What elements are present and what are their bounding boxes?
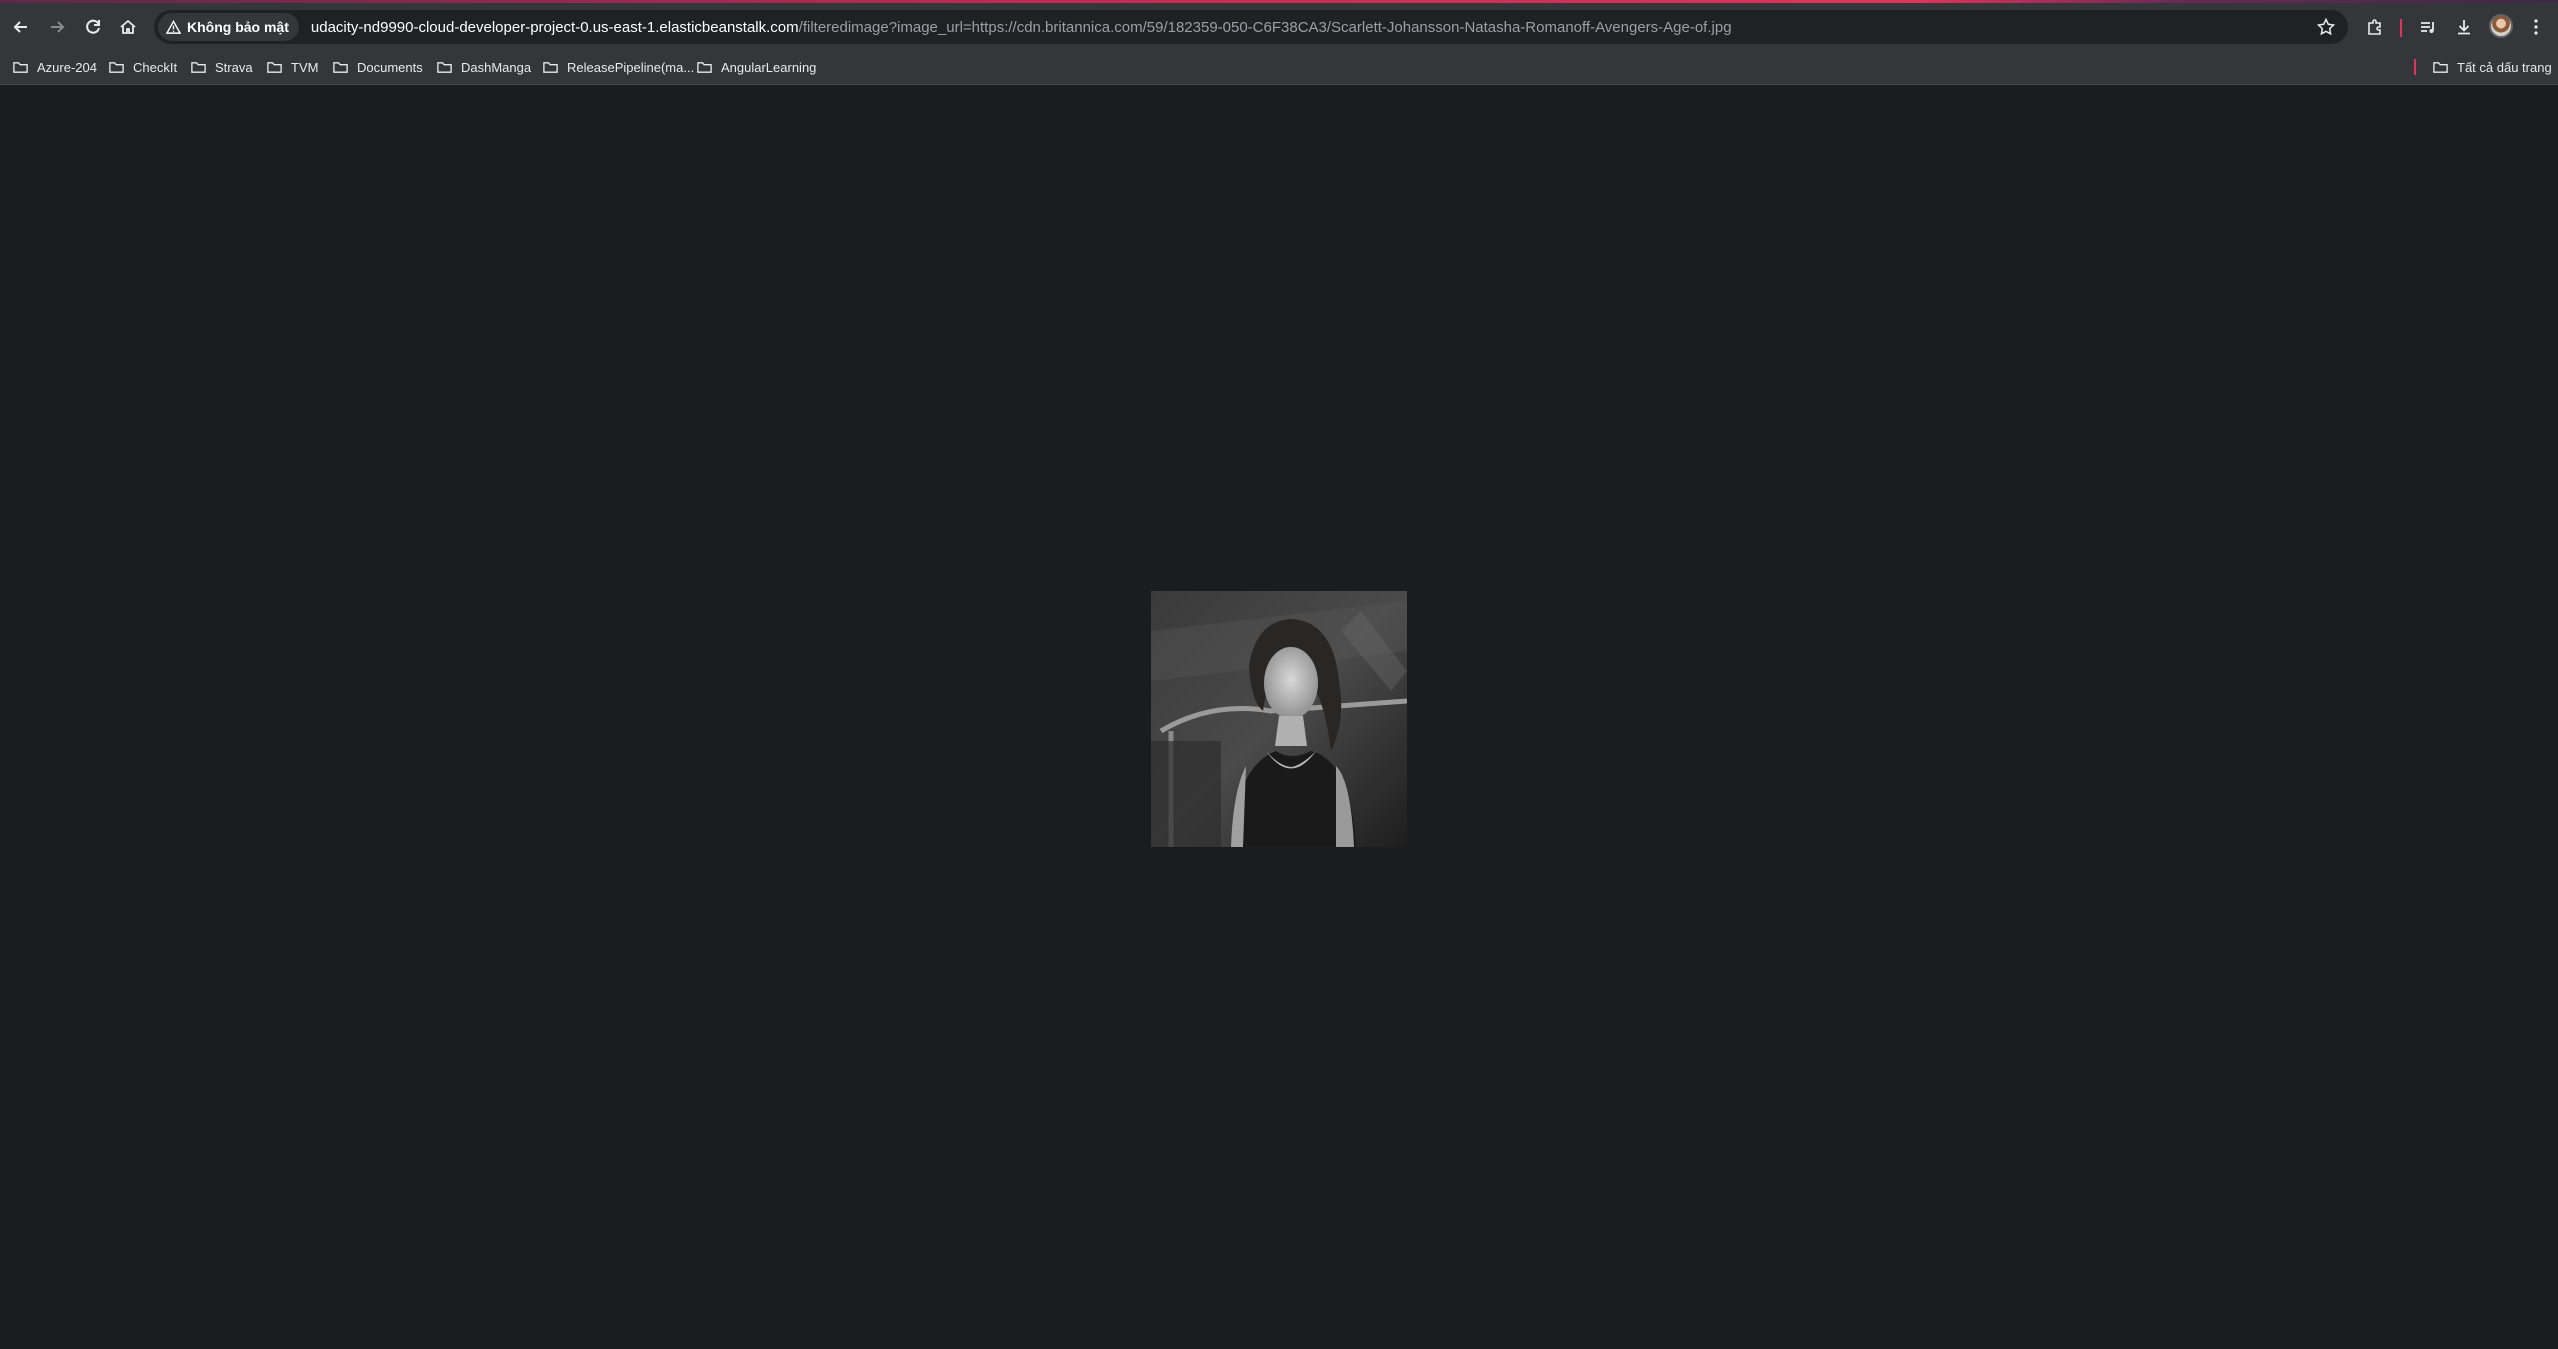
bookmark-label: Strava [215,59,253,75]
filtered-image [1151,591,1407,847]
url-path: /filteredimage?image_url=https://cdn.bri… [798,18,1732,36]
folder-icon [437,61,452,73]
back-button[interactable] [5,11,37,43]
bookmark-label: AngularLearning [721,59,817,75]
bookmark-label: Documents [357,59,423,75]
bookmark-folder-releasepipeline[interactable]: ReleasePipeline(ma... [542,50,694,84]
downloads-button[interactable] [2452,15,2476,39]
folder-icon [109,61,124,73]
avatar[interactable] [2489,14,2513,38]
home-icon [120,19,136,34]
menu-icon [2534,19,2538,35]
extensions-button[interactable] [2363,15,2387,39]
bookmark-folder-tvm[interactable]: TVM [266,50,318,84]
folder-icon [267,61,282,73]
forward-icon [51,21,65,33]
bookmark-label: ReleasePipeline(ma... [567,59,695,75]
warning-icon [166,19,181,34]
home-button[interactable] [112,11,144,43]
bookmark-folder-dashmanga[interactable]: DashManga [436,50,531,84]
bookmark-label: TVM [291,59,319,75]
folder-icon [191,61,206,73]
bookmark-folder-checkit[interactable]: CheckIt [108,50,177,84]
reload-button[interactable] [77,11,109,43]
all-bookmarks-label: Tất cả dấu trang [2457,59,2552,75]
star-icon[interactable] [2316,17,2336,37]
bookmark-folder-documents[interactable]: Documents [332,50,423,84]
bookmark-label: Azure-204 [37,59,97,75]
bookmarks-separator [2414,59,2416,75]
folder-icon [333,61,348,73]
folder-icon [13,61,28,73]
bookmarks-bar: Azure-204 CheckIt Strava TVM Documents D… [0,50,2558,85]
security-indicator[interactable]: Không bảo mật [158,13,299,41]
bookmark-label: DashManga [461,59,532,75]
folder-icon [697,61,712,73]
url-host: udacity-nd9990-cloud-developer-project-0… [310,18,799,36]
extensions-icon [2368,19,2381,35]
download-icon [2458,20,2470,35]
folder-icon [2433,61,2448,73]
bookmark-folder-azure-204[interactable]: Azure-204 [12,50,97,84]
reload-icon [86,19,100,34]
media-control-button[interactable] [2416,15,2440,39]
bookmark-folder-angularlearning[interactable]: AngularLearning [696,50,816,84]
address-bar[interactable]: Không bảo mật udacity-nd9990-cloud-devel… [154,10,2348,44]
toolbar-separator [2400,19,2402,37]
forward-button[interactable] [41,11,73,43]
url-text[interactable]: udacity-nd9990-cloud-developer-project-0… [311,19,1732,36]
media-icon [2421,22,2434,33]
portrait-photo [1151,591,1407,847]
browser-menu-button[interactable] [2524,15,2548,39]
bookmark-folder-strava[interactable]: Strava [190,50,253,84]
security-label: Không bảo mật [187,19,289,35]
bookmark-label: CheckIt [133,59,178,75]
browser-toolbar: Không bảo mật udacity-nd9990-cloud-devel… [0,3,2558,50]
all-bookmarks-button[interactable]: Tất cả dấu trang [2432,50,2552,84]
folder-icon [543,61,558,73]
back-icon [13,21,27,33]
